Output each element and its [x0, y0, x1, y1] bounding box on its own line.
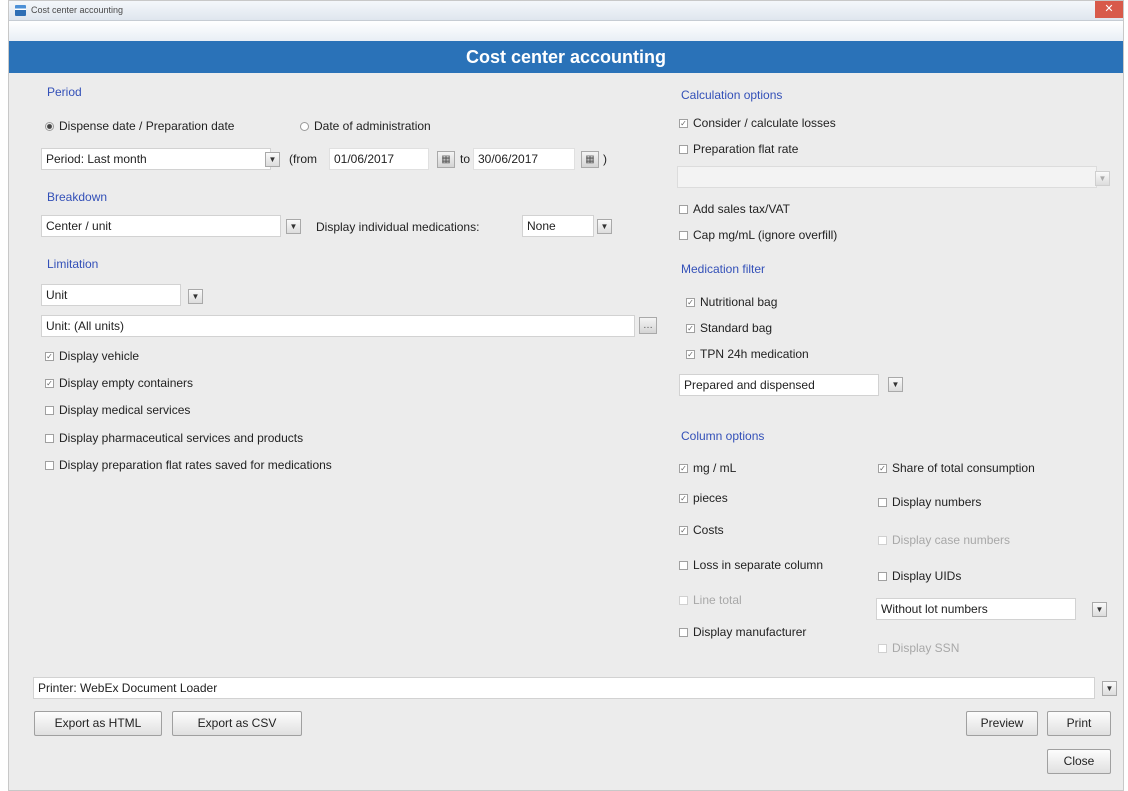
mgml-column-checkbox[interactable]: ✓	[679, 463, 688, 473]
printer-dropdown-icon[interactable]: ▼	[1102, 681, 1117, 696]
dialog-window: Cost center accounting ✕ Cost center acc…	[8, 0, 1124, 791]
lot-numbers-select[interactable]: Without lot numbers	[876, 598, 1076, 620]
limitation-type-select[interactable]: Unit	[41, 284, 181, 306]
preview-button[interactable]: Preview	[966, 711, 1038, 736]
consider-losses-label: Consider / calculate losses	[693, 116, 836, 130]
display-case-numbers-label: Display case numbers	[892, 533, 1011, 547]
loss-separate-column-label: Loss in separate column	[693, 558, 824, 572]
period-dropdown-icon[interactable]: ▼	[265, 152, 280, 167]
display-vehicle-label: Display vehicle	[59, 349, 140, 363]
to-calendar-icon[interactable]: ▦	[581, 151, 599, 168]
radio-administration-date[interactable]	[300, 121, 309, 131]
display-medications-select[interactable]: None	[522, 215, 594, 237]
limitation-section-title: Limitation	[47, 257, 99, 271]
mgml-column-label: mg / mL	[693, 461, 737, 475]
display-case-numbers-checkbox[interactable]	[878, 535, 887, 545]
flat-rate-select[interactable]	[677, 166, 1097, 188]
window-close-icon[interactable]: ✕	[1095, 1, 1123, 18]
medication-filter-section-title: Medication filter	[681, 262, 766, 276]
display-manufacturer-checkbox[interactable]	[679, 627, 688, 637]
preparation-flat-rate-label: Preparation flat rate	[693, 142, 799, 156]
export-html-button[interactable]: Export as HTML	[34, 711, 162, 736]
consider-losses-checkbox[interactable]: ✓	[679, 118, 688, 128]
to-prefix: to	[460, 152, 471, 166]
breakdown-section-title: Breakdown	[47, 190, 108, 204]
printer-select[interactable]: Printer: WebEx Document Loader	[33, 677, 1095, 699]
display-manufacturer-label: Display manufacturer	[693, 625, 807, 639]
app-icon	[15, 5, 26, 16]
tpn-medication-checkbox[interactable]: ✓	[686, 349, 695, 359]
flat-rate-dropdown-icon[interactable]: ▼	[1095, 171, 1110, 186]
share-consumption-label: Share of total consumption	[892, 461, 1035, 475]
line-total-checkbox[interactable]	[679, 595, 688, 605]
close-paren: )	[603, 152, 607, 166]
pieces-column-label: pieces	[693, 491, 728, 505]
add-vat-label: Add sales tax/VAT	[693, 202, 790, 216]
window-title: Cost center accounting	[31, 5, 124, 15]
from-prefix: (from	[289, 152, 317, 166]
radio-dispense-label: Dispense date / Preparation date	[59, 119, 235, 133]
from-date-field[interactable]: 01/06/2017	[329, 148, 429, 170]
display-medical-services-checkbox[interactable]	[45, 405, 54, 415]
header-stripe	[9, 21, 1123, 41]
display-flat-rates-label: Display preparation flat rates saved for…	[59, 458, 332, 472]
display-medications-dropdown-icon[interactable]: ▼	[597, 219, 612, 234]
calculation-section-title: Calculation options	[681, 88, 783, 102]
display-empty-containers-label: Display empty containers	[59, 376, 194, 390]
medication-status-dropdown-icon[interactable]: ▼	[888, 377, 903, 392]
cap-mgml-label: Cap mg/mL (ignore overfill)	[693, 228, 838, 242]
add-vat-checkbox[interactable]	[679, 204, 688, 214]
display-numbers-checkbox[interactable]	[878, 497, 887, 507]
display-flat-rates-checkbox[interactable]	[45, 460, 54, 470]
medication-status-select[interactable]: Prepared and dispensed	[679, 374, 879, 396]
lot-numbers-dropdown-icon[interactable]: ▼	[1092, 602, 1107, 617]
unit-browse-icon[interactable]: …	[639, 317, 657, 334]
pieces-column-checkbox[interactable]: ✓	[679, 493, 688, 503]
display-ssn-checkbox[interactable]	[878, 643, 887, 653]
display-numbers-label: Display numbers	[892, 495, 982, 509]
title-bar: Cost center accounting ✕	[9, 1, 1123, 21]
tpn-medication-label: TPN 24h medication	[700, 347, 809, 361]
display-pharma-services-checkbox[interactable]	[45, 433, 54, 443]
display-empty-containers-checkbox[interactable]: ✓	[45, 378, 54, 388]
breakdown-dropdown-icon[interactable]: ▼	[286, 219, 301, 234]
page-title: Cost center accounting	[9, 41, 1123, 73]
display-uids-label: Display UIDs	[892, 569, 962, 583]
costs-column-label: Costs	[693, 523, 724, 537]
breakdown-select[interactable]: Center / unit	[41, 215, 281, 237]
loss-separate-column-checkbox[interactable]	[679, 560, 688, 570]
export-csv-button[interactable]: Export as CSV	[172, 711, 302, 736]
display-uids-checkbox[interactable]	[878, 571, 887, 581]
display-ssn-label: Display SSN	[892, 641, 960, 655]
display-medical-services-label: Display medical services	[59, 403, 191, 417]
display-pharma-services-label: Display pharmaceutical services and prod…	[59, 431, 304, 445]
limitation-type-dropdown-icon[interactable]: ▼	[188, 289, 203, 304]
print-button[interactable]: Print	[1047, 711, 1111, 736]
close-button[interactable]: Close	[1047, 749, 1111, 774]
display-medications-label: Display individual medications:	[316, 220, 480, 234]
to-date-field[interactable]: 30/06/2017	[473, 148, 575, 170]
display-vehicle-checkbox[interactable]: ✓	[45, 351, 54, 361]
column-options-section-title: Column options	[681, 429, 765, 443]
preparation-flat-rate-checkbox[interactable]	[679, 144, 688, 154]
standard-bag-label: Standard bag	[700, 321, 773, 335]
radio-admin-label: Date of administration	[314, 119, 431, 133]
radio-dispense-date[interactable]	[45, 121, 54, 131]
share-consumption-checkbox[interactable]: ✓	[878, 463, 887, 473]
nutritional-bag-checkbox[interactable]: ✓	[686, 297, 695, 307]
nutritional-bag-label: Nutritional bag	[700, 295, 778, 309]
standard-bag-checkbox[interactable]: ✓	[686, 323, 695, 333]
period-section-title: Period	[47, 85, 82, 99]
unit-field[interactable]: Unit: (All units)	[41, 315, 635, 337]
costs-column-checkbox[interactable]: ✓	[679, 525, 688, 535]
cap-mgml-checkbox[interactable]	[679, 230, 688, 240]
from-calendar-icon[interactable]: ▦	[437, 151, 455, 168]
line-total-label: Line total	[693, 593, 742, 607]
period-select[interactable]: Period: Last month	[41, 148, 271, 170]
